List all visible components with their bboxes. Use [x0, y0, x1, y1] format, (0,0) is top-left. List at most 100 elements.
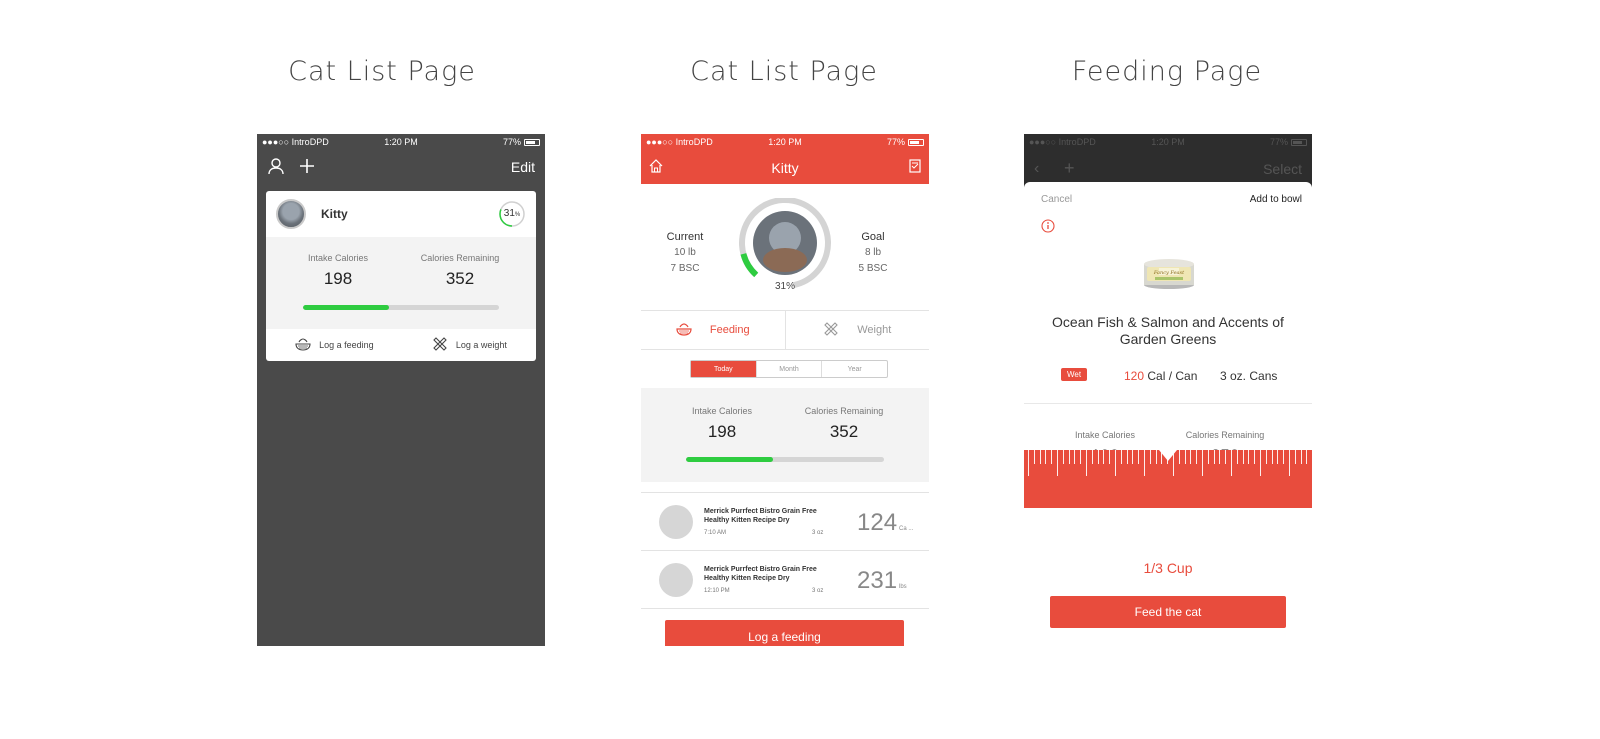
ruler-tick	[1289, 450, 1290, 476]
ruler-tick	[1184, 450, 1186, 464]
tab-feeding[interactable]: Feeding	[641, 311, 786, 349]
remaining-value: 352	[829, 422, 859, 441]
calories-per-can: 120 Cal / Can	[1124, 369, 1197, 383]
list-item[interactable]: Merrick Purrfect Bistro Grain Free Healt…	[641, 550, 929, 608]
current-weight: 10 lb	[674, 247, 696, 258]
food-thumbnail	[659, 563, 693, 597]
segment-month[interactable]: Month	[757, 361, 823, 377]
ruler-tick	[1115, 450, 1116, 476]
current-stats: Current 10 lb 7 BSC	[650, 229, 720, 277]
ruler-icon	[823, 321, 839, 340]
ruler-tick	[1306, 450, 1308, 464]
product-brand: Fancy Feast	[1153, 270, 1185, 276]
ruler-tick	[1103, 450, 1105, 464]
goal-stats: Goal 8 lb 5 BSC	[838, 229, 908, 277]
can-size: 3 oz. Cans	[1220, 369, 1278, 383]
tab-feeding-label: Feeding	[709, 324, 750, 336]
progress-ring: 31%	[498, 200, 526, 228]
ruler-tick	[1271, 450, 1273, 464]
status-bar: ●●●○○ IntroDPD 1:20 PM 77%	[257, 134, 545, 150]
portion-ruler-slider[interactable]	[1024, 450, 1312, 508]
list-item[interactable]: Merrick Purrfect Bistro Grain Free Healt…	[641, 492, 929, 550]
ruler-tick	[1167, 450, 1169, 464]
cat-avatar	[276, 199, 306, 229]
ruler-tick	[1144, 450, 1145, 476]
ruler-tick	[1033, 450, 1035, 464]
add-icon[interactable]	[299, 158, 317, 176]
ruler-tick	[1196, 450, 1198, 464]
ruler-tick	[1294, 450, 1296, 464]
segment-today[interactable]: Today	[691, 361, 757, 377]
cal-unit: Cal / Can	[1147, 369, 1198, 383]
tab-weight[interactable]: Weight	[786, 311, 930, 349]
edit-button[interactable]: Edit	[511, 159, 535, 175]
ruler-tick	[1039, 450, 1041, 464]
progress-value: 31	[503, 208, 515, 219]
segment-year[interactable]: Year	[822, 361, 887, 377]
user-icon[interactable]	[267, 157, 287, 177]
phone-cat-list: ●●●○○ IntroDPD 1:20 PM 77% Edit Kitty 31…	[257, 134, 545, 646]
ruler-tick	[1126, 450, 1128, 464]
product-name: Ocean Fish & Salmon and Accents of Garde…	[1052, 314, 1284, 347]
battery-icon	[908, 139, 924, 147]
log-feeding-button[interactable]: Log a feeding	[295, 337, 374, 353]
info-icon[interactable]	[1041, 219, 1055, 238]
ruler-tick	[1173, 450, 1174, 476]
ruler-icon	[432, 336, 448, 354]
current-label: Current	[666, 231, 704, 243]
intake-label: Intake Calories	[307, 253, 369, 263]
log-feeding-button[interactable]: Log a feeding	[665, 620, 904, 646]
ruler-tick	[1138, 450, 1140, 464]
feeding-time: 12:10 PM	[704, 588, 730, 594]
intake-label: Intake Calories	[691, 406, 753, 416]
title-cat-list-1: Cat List Page	[288, 56, 476, 87]
status-bar: ●●●○○ IntroDPD 1:20 PM 77%	[1024, 134, 1312, 150]
feeding-value: 231	[857, 567, 898, 594]
cat-card[interactable]: Kitty 31% Intake Calories 198 Calories R…	[266, 191, 536, 361]
status-time: 1:20 PM	[768, 137, 802, 147]
remaining-label: Calories Remaining	[804, 406, 884, 416]
intake-value: 198	[323, 269, 353, 288]
cancel-button[interactable]: Cancel	[1041, 194, 1072, 205]
ruler-tick	[1178, 450, 1180, 464]
ruler-tick	[1149, 450, 1151, 464]
feeding-unit: lbs	[899, 584, 907, 590]
ruler-tick	[1207, 450, 1209, 464]
goal-weight: 8 lb	[864, 247, 882, 258]
intake-label: Intake Calories	[1074, 430, 1136, 440]
phone-cat-detail: ●●●○○ IntroDPD 1:20 PM 77% Kitty Current…	[641, 134, 929, 646]
ruler-tick	[1155, 450, 1157, 464]
clipboard-icon[interactable]	[909, 159, 921, 178]
battery-icon	[524, 139, 540, 147]
top-nav: Edit	[257, 150, 545, 184]
remaining-value: 352	[445, 269, 475, 288]
phone-feeding: ●●●○○ IntroDPD 1:20 PM 77% ‹ + Select Ca…	[1024, 134, 1312, 646]
remaining-label: Calories Remaining	[420, 253, 500, 263]
feed-the-cat-button[interactable]: Feed the cat	[1050, 596, 1286, 628]
ruler-tick	[1080, 450, 1082, 464]
feeding-value: 124	[857, 509, 898, 536]
ruler-tick	[1265, 450, 1267, 464]
header: ●●●○○ IntroDPD 1:20 PM 77% Kitty	[641, 134, 929, 184]
log-weight-button[interactable]: Log a weight	[432, 336, 507, 354]
add-food-sheet: Cancel Add to bowl Fancy Feast Ocean Fis…	[1024, 182, 1312, 646]
goal-bsc: 5 BSC	[858, 263, 888, 274]
view-tabs: Feeding Weight	[641, 310, 929, 350]
ruler-tick	[1109, 450, 1111, 464]
ruler-tick	[1225, 450, 1227, 464]
status-bar: ●●●○○ IntroDPD 1:20 PM 77%	[641, 134, 929, 150]
add-to-bowl-button[interactable]: Add to bowl	[1250, 194, 1302, 205]
feeding-amount: 3 oz	[812, 588, 824, 594]
current-bsc: 7 BSC	[670, 263, 700, 274]
status-time: 1:20 PM	[1151, 137, 1185, 147]
title-cat-list-2: Cat List Page	[690, 56, 878, 87]
ruler-tick	[1231, 450, 1232, 476]
ruler-tick	[1161, 450, 1163, 464]
ruler-tick	[1097, 450, 1099, 464]
calorie-progress-bar	[303, 305, 499, 310]
food-name: Merrick Purrfect Bistro Grain Free Healt…	[704, 566, 817, 582]
ruler-tick	[1120, 450, 1122, 464]
ruler-tick	[1190, 450, 1192, 464]
bowl-icon	[295, 337, 311, 353]
goal-label: Goal	[861, 231, 885, 243]
